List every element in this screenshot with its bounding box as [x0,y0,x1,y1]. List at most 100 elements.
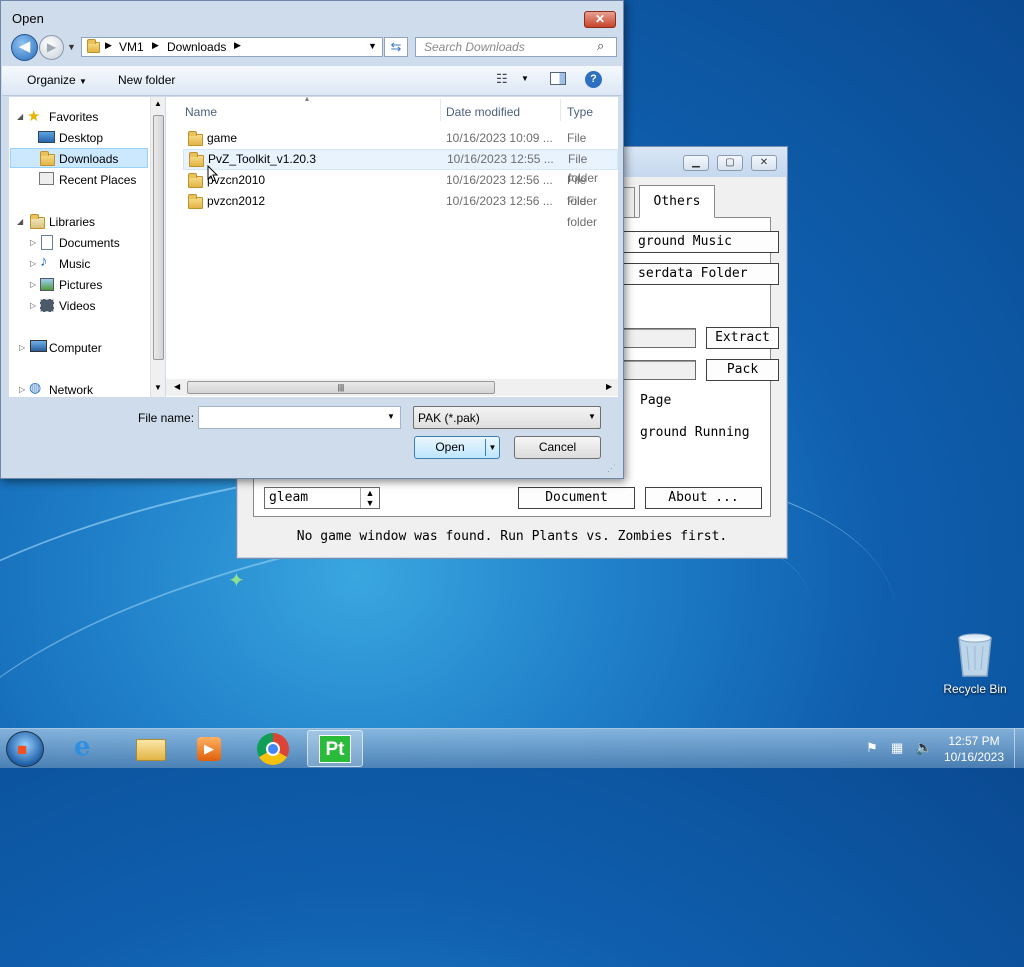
view-options-icon[interactable]: ☷ [496,71,508,87]
show-desktop-button[interactable] [1014,729,1024,768]
recent-places-icon [39,172,54,185]
videos-icon [40,299,54,312]
file-name-label: File name: [138,411,195,425]
chrome-center-icon [266,742,280,756]
file-row-hovered[interactable]: PvZ_Toolkit_v1.20.3 10/16/2023 12:55 ...… [183,149,618,185]
scroll-right-icon[interactable]: ▶ [606,382,612,391]
folder-icon [188,173,203,188]
nav-scrollbar[interactable]: ▲ ▼ [150,97,165,397]
file-list-hscrollbar[interactable]: ◀ ||| ▶ [166,379,618,396]
expand-arrow-icon[interactable]: ▷ [30,259,36,268]
nav-music[interactable]: Music [59,254,90,274]
open-split-arrow-icon[interactable]: ▼ [485,439,499,456]
clock-date: 10/16/2023 [943,750,1005,764]
recent-locations-dropdown[interactable]: ▼ [67,42,76,52]
taskbar-internet-explorer[interactable]: e [62,730,118,767]
explorer-folder-icon [136,739,166,761]
collapse-arrow-icon[interactable]: ◢ [17,112,23,121]
column-date-modified[interactable]: Date modified [446,105,520,119]
organize-button[interactable]: Organize ▼ [27,73,87,87]
preview-pane-icon[interactable] [550,72,566,85]
nav-desktop[interactable]: Desktop [59,128,103,148]
nav-favorites[interactable]: Favorites [49,107,98,127]
sort-ascending-icon: ▴ [305,94,310,103]
nav-libraries[interactable]: Libraries [49,212,95,232]
recycle-bin-icon[interactable] [955,632,995,678]
document-button[interactable]: Document [518,487,635,509]
chevron-down-icon[interactable]: ▼ [387,412,395,421]
help-icon[interactable]: ? [585,71,602,88]
address-dropdown-icon[interactable]: ▼ [368,41,377,51]
page-text: Page [640,393,672,408]
file-name-input[interactable]: ▼ [198,406,401,429]
command-toolbar: Organize ▼ New folder ☷ ▼ ? [2,66,622,96]
nav-documents[interactable]: Documents [59,233,120,253]
minimize-button[interactable]: ▁ [683,155,709,171]
dialog-title: Open [12,11,44,26]
forward-button[interactable]: ▶ [39,35,64,60]
search-box[interactable]: Search Downloads ⌕ [415,37,617,57]
open-button[interactable]: Open ▼ [414,436,500,459]
skin-select[interactable]: gleam ▲ ▼ [264,487,380,509]
nav-computer[interactable]: Computer [49,338,102,358]
taskbar-pvz-toolkit[interactable]: Pt [307,730,363,767]
expand-arrow-icon[interactable]: ▷ [30,301,36,310]
chevron-down-icon: ▼ [79,77,87,86]
taskbar-media-player[interactable]: ▶ [182,730,238,767]
resize-grip-icon[interactable]: ⋰ [607,463,616,474]
chevron-down-icon[interactable]: ▼ [521,74,529,83]
nav-videos[interactable]: Videos [59,296,95,316]
maximize-button[interactable]: ▢ [717,155,743,171]
column-type[interactable]: Type [567,105,593,119]
network-tray-icon[interactable]: ▦ [891,740,903,756]
scroll-left-icon[interactable]: ◀ [174,382,180,391]
expand-arrow-icon[interactable]: ▷ [30,238,36,247]
file-type-select[interactable]: PAK (*.pak) ▼ [413,406,601,429]
wallpaper-leaf: ✦ [228,570,245,592]
cancel-button[interactable]: Cancel [514,436,601,459]
new-folder-button[interactable]: New folder [118,73,175,87]
background-music-label: ground Music [638,234,732,249]
hscroll-thumb[interactable]: ||| [187,381,495,394]
file-date: 10/16/2023 12:56 ... [446,173,553,187]
nav-scroll-thumb[interactable] [153,115,164,360]
breadcrumb-vm1[interactable]: VM1 [119,40,144,54]
expand-arrow-icon[interactable]: ▷ [19,385,25,394]
dialog-close-button[interactable]: ✕ [584,11,616,28]
nav-network[interactable]: Network [49,380,93,400]
chevron-right-icon: ▶ [234,40,241,50]
tab-others[interactable]: Others [639,185,715,218]
file-row[interactable]: pvzcn2010 10/16/2023 12:56 ... File fold… [183,170,618,208]
nav-downloads[interactable]: Downloads [59,149,118,169]
spinner-icon[interactable]: ▲ ▼ [360,488,379,508]
close-button[interactable]: ✕ [751,155,777,171]
about-button[interactable]: About ... [645,487,762,509]
search-icon[interactable]: ⌕ [597,38,604,54]
nav-recent-places[interactable]: Recent Places [59,170,136,190]
pack-button[interactable]: Pack [706,359,779,381]
file-row[interactable]: pvzcn2012 10/16/2023 12:56 ... File fold… [183,191,618,229]
scroll-down-icon[interactable]: ▼ [154,383,162,392]
breadcrumb-downloads[interactable]: Downloads [167,40,226,54]
volume-muted-icon[interactable]: 🔈 [915,739,932,756]
back-button[interactable]: ◀ [11,34,38,61]
column-divider[interactable] [440,99,441,121]
file-row[interactable]: game 10/16/2023 10:09 ... File folder [183,128,618,166]
address-bar[interactable]: ▶ VM1 ▶ Downloads ▶ ▼ [81,37,383,57]
start-button[interactable]: ■ [6,731,44,767]
recycle-bin-label[interactable]: Recycle Bin [930,682,1020,696]
column-divider[interactable] [560,99,561,121]
nav-pictures[interactable]: Pictures [59,275,102,295]
status-text: No game window was found. Run Plants vs.… [296,529,728,544]
extract-button[interactable]: Extract [706,327,779,349]
taskbar-chrome[interactable] [245,730,301,767]
clock[interactable]: 12:57 PM 10/16/2023 [938,733,1010,765]
expand-arrow-icon[interactable]: ▷ [30,280,36,289]
taskbar-explorer[interactable] [122,730,178,767]
action-center-icon[interactable]: ⚑ [866,740,878,756]
scroll-up-icon[interactable]: ▲ [154,99,162,108]
column-name[interactable]: Name [185,105,217,119]
expand-arrow-icon[interactable]: ▷ [19,343,25,352]
refresh-button[interactable]: ⇆ [384,37,408,57]
collapse-arrow-icon[interactable]: ◢ [17,217,23,226]
